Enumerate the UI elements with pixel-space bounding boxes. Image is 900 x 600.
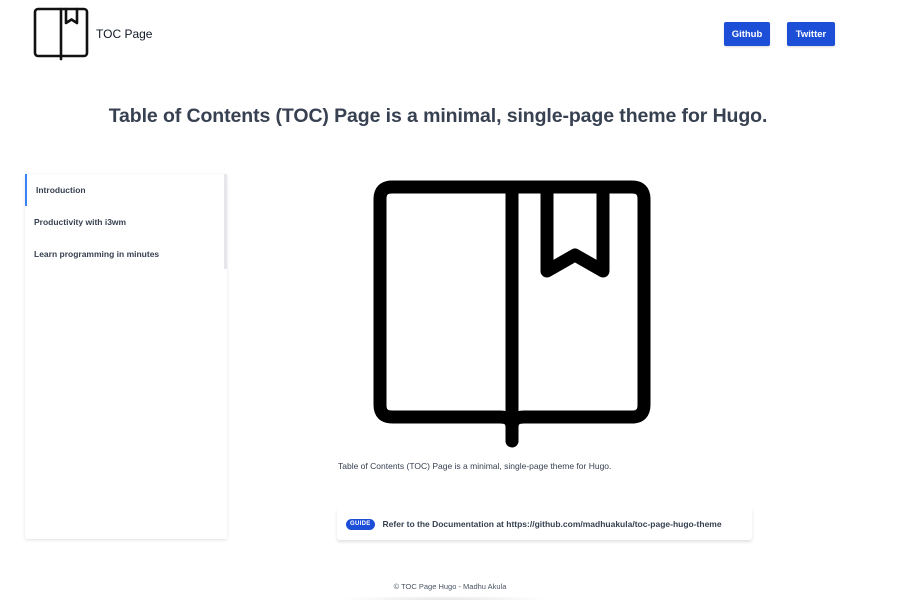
toc-sidebar: Introduction Productivity with i3wm Lear… — [25, 174, 227, 539]
hero-book-icon — [370, 175, 655, 450]
guide-card[interactable]: GUIDE Refer to the Documentation at http… — [337, 508, 752, 540]
footer-text: © TOC Page Hugo - Madhu Akula — [393, 582, 507, 591]
guide-text: Refer to the Documentation at https://gi… — [382, 519, 722, 529]
book-bookmark-icon — [33, 7, 89, 61]
twitter-button[interactable]: Twitter — [787, 22, 835, 46]
brand-link[interactable]: TOC Page — [33, 7, 152, 61]
brand-name: TOC Page — [96, 27, 153, 41]
github-button[interactable]: Github — [724, 22, 770, 46]
sidebar-item-productivity-i3wm[interactable]: Productivity with i3wm — [25, 206, 223, 238]
sidebar-item-introduction[interactable]: Introduction — [25, 174, 223, 206]
footer-shadow — [340, 596, 550, 600]
site-header: TOC Page Github Twitter — [0, 0, 900, 64]
theme-description: Table of Contents (TOC) Page is a minima… — [338, 461, 612, 471]
page-headline: Table of Contents (TOC) Page is a minima… — [108, 105, 768, 127]
sidebar-scrollbar[interactable] — [224, 174, 227, 269]
guide-badge: GUIDE — [346, 518, 375, 530]
sidebar-item-learn-programming[interactable]: Learn programming in minutes — [25, 238, 223, 270]
